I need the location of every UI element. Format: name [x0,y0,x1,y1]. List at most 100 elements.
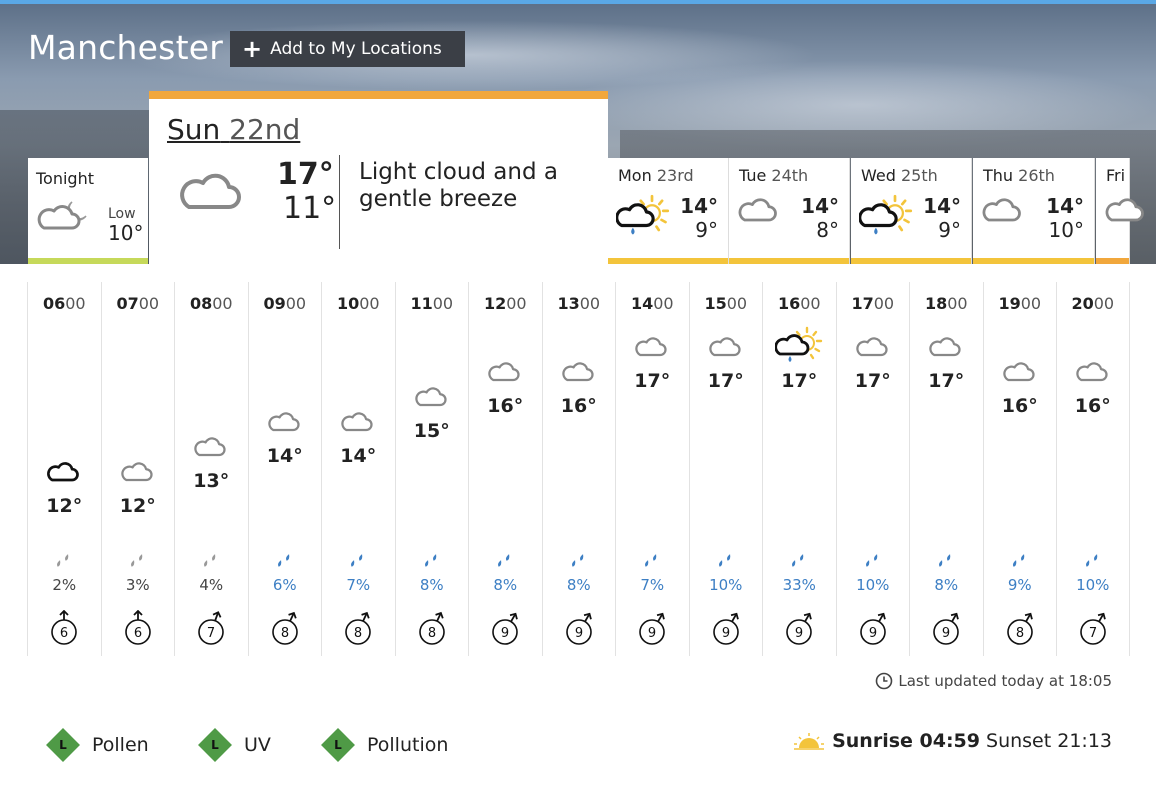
cloud-icon [981,194,1025,228]
hour-temp: 17° [928,370,965,392]
raindrops-icon [422,552,442,574]
hour-temp: 17° [707,370,744,392]
pollution-badge[interactable]: L Pollution [321,728,448,762]
raindrops-icon [716,552,736,574]
hour-time: 2000 [1057,294,1129,313]
hour-column[interactable]: 1900 16° 9% 8 [982,282,1057,656]
raindrops-icon [642,552,662,574]
hour-mm: 00 [726,294,748,313]
raindrops-icon [569,552,589,574]
rain-chance: 6% [272,576,297,594]
hour-mm: 00 [800,294,821,313]
hour-time: 0600 [28,294,101,313]
hour-time: 1500 [690,294,763,313]
hour-temp: 14° [340,445,377,467]
tonight-tab[interactable]: Tonight Low 10° [28,158,148,264]
hour-mm: 00 [579,294,601,313]
hour-column[interactable]: 1400 17° 7% 9 [615,282,689,656]
hour-column[interactable]: 1700 17° 10% 9 [835,282,910,656]
clock-icon [876,672,893,690]
cloud-icon [708,334,744,362]
hour-time: 1100 [396,294,469,313]
pollen-label: Pollen [92,734,149,756]
wind-arrow-icon: 8 [343,610,373,650]
hour-column[interactable]: 1300 16° 8% 9 [541,282,616,656]
pollution-label: Pollution [367,734,449,756]
svg-text:9: 9 [722,626,730,641]
svg-text:9: 9 [575,626,583,641]
hour-temp: 16° [1001,395,1038,417]
day-name: Mon [618,166,652,185]
hour-temp: 12° [46,495,83,517]
day-label: Fri [1106,166,1125,185]
svg-text:9: 9 [869,626,877,641]
svg-text:9: 9 [795,626,803,641]
cloud-icon [487,359,523,387]
raindrops-icon [128,552,148,574]
svg-text:9: 9 [501,626,509,641]
raindrops-icon [936,552,956,574]
pollen-badge[interactable]: L Pollen [46,728,149,762]
day-tab-mon[interactable]: Mon 23rd 14° 9° [608,158,729,264]
hour-column[interactable]: 1000 14° 7% 8 [321,282,395,656]
hour-column[interactable]: 0600 12° 2% 6 [27,282,101,656]
hour-column[interactable]: 1800 17° 8% 9 [909,282,983,656]
rain-chance: 3% [125,576,150,594]
hour-column[interactable]: 1200 16° 8% 9 [468,282,542,656]
day-accent-bar [608,258,728,264]
cloud-icon [120,459,156,487]
raindrops-icon [1083,552,1103,574]
hourly-forecast: 0600 12° 2% 6 0700 12° 3% 6 0800 13° 4% 7 0900 14° 6% 8… [27,282,1130,656]
uv-badge[interactable]: L UV [198,728,271,762]
hour-hh: 15 [704,294,727,313]
day-accent-bar [973,258,1094,264]
today-date[interactable]: Sun 22nd [167,113,300,146]
hour-column[interactable]: 2000 16° 10% 7 [1056,282,1130,656]
tonight-low-temp: 10° [108,221,144,245]
hour-hh: 11 [410,294,433,313]
hour-temp: 14° [266,445,303,467]
today-low-temp: 11° [283,191,337,226]
cloud-icon [561,359,597,387]
hour-column[interactable]: 1100 15° 8% 8 [394,282,469,656]
wind-arrow-icon: 9 [490,610,520,650]
day-tab-thu[interactable]: Thu 26th 14° 10° [973,158,1095,264]
day-tab-wed[interactable]: Wed 25th 14° 9° [851,158,972,264]
hour-temp: 12° [119,495,156,517]
hour-mm: 00 [947,294,968,313]
hour-mm: 00 [506,294,527,313]
hour-time: 1700 [837,294,910,313]
hour-column[interactable]: 0800 13° 4% 7 [174,282,248,656]
day-tab-tue[interactable]: Tue 24th 14° 8° [729,158,850,264]
wind-arrow-icon: 9 [564,610,594,650]
hour-column[interactable]: 0900 14° 6% 8 [247,282,322,656]
hour-mm: 00 [1020,294,1042,313]
svg-text:9: 9 [942,626,950,641]
rain-chance: 8% [934,576,959,594]
wind-arrow-icon: 7 [1078,610,1108,650]
add-to-my-locations-button[interactable]: + Add to My Locations [230,31,465,67]
rain-chance: 10% [856,576,890,594]
day-name: Wed [861,166,896,185]
hour-column[interactable]: 0700 12° 3% 6 [100,282,175,656]
day-tab-fri[interactable]: Fri [1096,158,1144,264]
today-description: Light cloud and a gentle breeze [359,159,558,212]
raindrops-icon [348,552,368,574]
rain-chance: 2% [52,576,77,594]
rain-chance: 33% [782,576,816,594]
cloud-icon [855,334,891,362]
hour-time: 1400 [616,294,689,313]
day-low-temp: 10° [1048,218,1084,242]
cloud-icon [340,409,376,437]
hour-temp: 16° [560,395,597,417]
today-tab[interactable]: Sun 22nd 17° 11° Light cloud and a gentl… [149,91,608,264]
raindrops-icon [863,552,883,574]
hour-mm: 00 [138,294,160,313]
day-accent-bar [851,258,971,264]
wind-arrow-icon: 9 [711,610,741,650]
hour-column[interactable]: 1600 17° 33% 9 [762,282,836,656]
rain-chance: 4% [199,576,224,594]
location-title: Manchester [28,28,223,67]
hour-column[interactable]: 1500 17° 10% 9 [688,282,763,656]
cloud-icon [193,434,229,462]
